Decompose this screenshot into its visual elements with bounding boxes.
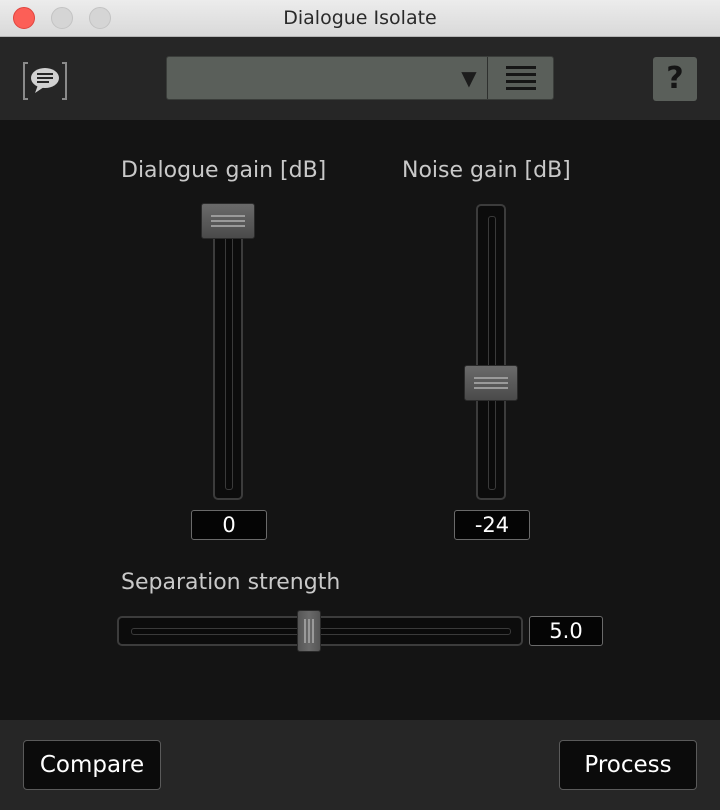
separation-strength-value[interactable]: 5.0: [529, 616, 603, 646]
speech-bubble-icon[interactable]: [22, 61, 68, 101]
help-button[interactable]: ?: [653, 57, 697, 101]
preset-menu-button[interactable]: [488, 57, 554, 99]
noise-gain-slider-thumb[interactable]: [464, 365, 518, 402]
controls-panel: Dialogue gain [dB] Noise gain [dB] 0 -24…: [0, 120, 720, 720]
window-title: Dialogue Isolate: [283, 7, 437, 29]
dialogue-gain-slider-thumb[interactable]: [201, 203, 255, 239]
process-button[interactable]: Process: [559, 740, 697, 790]
noise-gain-value[interactable]: -24: [454, 510, 530, 540]
noise-gain-label: Noise gain [dB]: [402, 158, 571, 183]
list-menu-icon: [506, 66, 536, 90]
separation-strength-slider-thumb[interactable]: [297, 610, 321, 652]
plugin-window: Dialogue Isolate ▼ ? Dialogue gain [dB] …: [0, 0, 720, 810]
dialogue-gain-value[interactable]: 0: [191, 510, 267, 540]
title-bar[interactable]: Dialogue Isolate: [0, 0, 720, 37]
footer-bar: Compare Process: [0, 720, 720, 810]
dialogue-gain-slider-track[interactable]: [213, 204, 243, 500]
dialogue-gain-label: Dialogue gain [dB]: [121, 158, 327, 183]
preset-dropdown[interactable]: ▼: [166, 56, 554, 100]
compare-button[interactable]: Compare: [23, 740, 161, 790]
header-toolbar: ▼ ?: [0, 37, 720, 120]
separation-strength-label: Separation strength: [121, 570, 341, 595]
noise-gain-slider-track[interactable]: [476, 204, 506, 500]
triangle-down-icon[interactable]: ▼: [451, 57, 487, 99]
